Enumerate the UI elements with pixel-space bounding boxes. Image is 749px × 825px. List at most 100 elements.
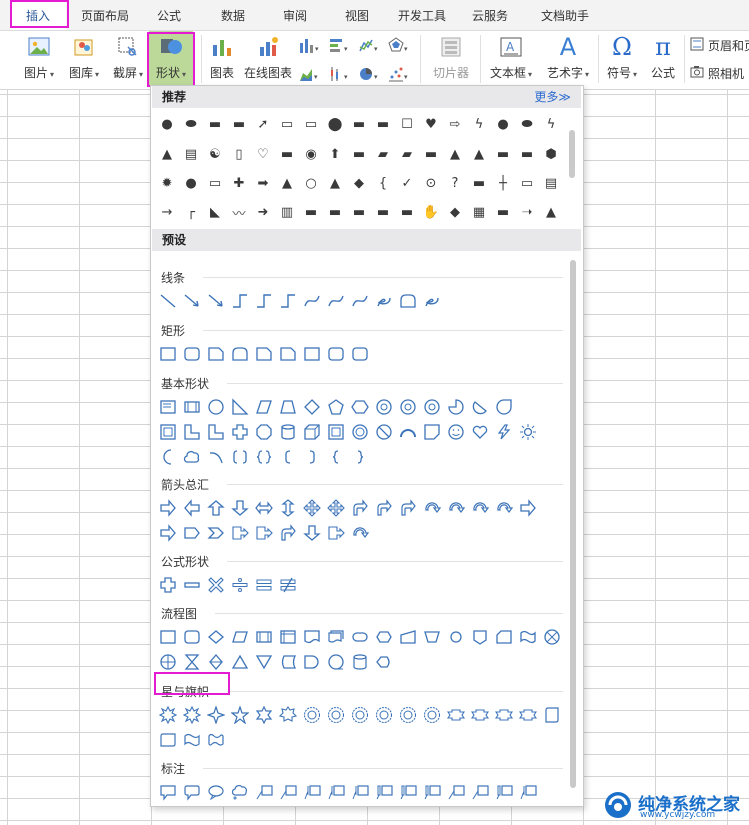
- shape-scrollV-icon[interactable]: [543, 706, 561, 724]
- symbol-button[interactable]: Ω 符号 ▾: [602, 31, 642, 87]
- shape-fTerm-icon[interactable]: [351, 628, 369, 646]
- shape-ribbon-icon[interactable]: [470, 706, 490, 724]
- shape-rect-icon[interactable]: [159, 628, 177, 646]
- shape-arCirc-icon[interactable]: [423, 499, 442, 517]
- shape-curve-icon[interactable]: [327, 292, 345, 310]
- shape-callBar-icon[interactable]: [351, 783, 369, 801]
- shape-arBent-icon[interactable]: [351, 499, 369, 517]
- recommended-shape-icon[interactable]: ϟ: [543, 116, 559, 132]
- shape-rbrace-icon[interactable]: [351, 448, 369, 466]
- recommended-shape-icon[interactable]: ▲: [447, 146, 463, 162]
- shape-curve-icon[interactable]: [303, 292, 321, 310]
- recommended-shape-icon[interactable]: ◣: [207, 204, 223, 220]
- shape-star5-icon[interactable]: [230, 705, 250, 725]
- recommended-shape-icon[interactable]: ✹: [159, 175, 175, 191]
- shape-frame-icon[interactable]: [327, 423, 345, 441]
- shape-fCard-icon[interactable]: [495, 628, 513, 646]
- shape-starN-icon[interactable]: [327, 706, 345, 724]
- shape-fManOp-icon[interactable]: [423, 628, 441, 646]
- shape-fOffpage-icon[interactable]: [471, 628, 489, 646]
- recommended-shape-icon[interactable]: ⊙: [423, 175, 439, 191]
- shape-multiply-icon[interactable]: [207, 576, 225, 594]
- recommended-shape-icon[interactable]: ▭: [279, 116, 295, 132]
- recommended-shape-icon[interactable]: ▬: [399, 204, 415, 220]
- recommended-shape-icon[interactable]: ◆: [447, 204, 463, 220]
- online-chart-button[interactable]: 在线图表: [242, 31, 294, 87]
- shape-arBent-icon[interactable]: [399, 499, 417, 517]
- recommended-shape-icon[interactable]: ●: [495, 116, 511, 132]
- shape-arcline-icon[interactable]: [207, 448, 225, 466]
- shape-cube-icon[interactable]: [303, 423, 321, 441]
- shape-arLR-icon[interactable]: [255, 499, 273, 517]
- shape-fMulti-icon[interactable]: [327, 628, 345, 646]
- shape-curve-icon[interactable]: [351, 292, 369, 310]
- shape-snip-icon[interactable]: [255, 345, 273, 363]
- shape-num-icon[interactable]: [375, 398, 393, 416]
- shape-penta-icon[interactable]: [327, 398, 345, 416]
- shape-rect-icon[interactable]: [303, 345, 321, 363]
- recommended-shape-icon[interactable]: ☐: [399, 116, 415, 132]
- shape-rect-icon[interactable]: [159, 345, 177, 363]
- radar-chart-icon[interactable]: ▾: [388, 37, 410, 55]
- shape-circle-icon[interactable]: [207, 398, 225, 416]
- shape-arD-icon[interactable]: [231, 499, 249, 517]
- shape-donut-icon[interactable]: [351, 423, 369, 441]
- shape-bolt-icon[interactable]: [495, 423, 513, 441]
- recommended-shape-icon[interactable]: ⬆: [327, 146, 343, 162]
- recommend-scrollbar[interactable]: [569, 130, 575, 178]
- shape-fTape-icon[interactable]: [519, 628, 537, 646]
- recommended-shape-icon[interactable]: ▲: [159, 146, 175, 162]
- column-chart-icon[interactable]: ▾: [298, 37, 320, 55]
- shape-moon-icon[interactable]: [159, 448, 177, 466]
- shape-arCirc-icon[interactable]: [495, 499, 514, 517]
- recommended-shape-icon[interactable]: ▬: [303, 204, 319, 220]
- shape-divide-icon[interactable]: [231, 576, 249, 594]
- recommended-shape-icon[interactable]: ▰: [375, 146, 391, 162]
- shape-ar4-icon[interactable]: [303, 499, 321, 517]
- shape-sun-icon[interactable]: [519, 423, 537, 441]
- shape-num-icon[interactable]: [423, 398, 441, 416]
- shape-arCirc-icon[interactable]: [351, 524, 370, 542]
- shape-fDelay-icon[interactable]: [303, 653, 321, 671]
- shape-rrect-icon[interactable]: [183, 345, 201, 363]
- shape-dwave-icon[interactable]: [207, 731, 225, 749]
- shape-fDisk-icon[interactable]: [351, 653, 369, 671]
- shape-arBent-icon[interactable]: [375, 499, 393, 517]
- recommended-shape-icon[interactable]: ▥: [279, 204, 295, 220]
- tab-page-layout[interactable]: 页面布局: [72, 0, 138, 30]
- shape-ribbon-icon[interactable]: [446, 706, 466, 724]
- shape-rrect-icon[interactable]: [327, 345, 345, 363]
- recommended-shape-icon[interactable]: ?: [447, 175, 463, 191]
- shape-elbow-icon[interactable]: [255, 292, 273, 310]
- recommended-shape-icon[interactable]: ➝: [519, 204, 535, 220]
- recommended-shape-icon[interactable]: ▬: [351, 146, 367, 162]
- shape-fExtract-icon[interactable]: [231, 653, 249, 671]
- shape-braces-icon[interactable]: [255, 448, 273, 466]
- formula-button[interactable]: π 公式: [644, 31, 682, 87]
- shape-wave-icon[interactable]: [183, 731, 201, 749]
- recommended-shape-icon[interactable]: ┌: [183, 204, 199, 220]
- shape-fManual-icon[interactable]: [399, 628, 417, 646]
- shape-burst-icon[interactable]: [182, 705, 202, 725]
- shape-elbow-icon[interactable]: [231, 292, 249, 310]
- shape-arCirc-icon[interactable]: [471, 499, 490, 517]
- recommended-shape-icon[interactable]: ●: [159, 116, 175, 132]
- recommended-shape-icon[interactable]: ⬢: [543, 146, 559, 162]
- shape-fSort-icon[interactable]: [207, 653, 225, 671]
- recommended-shape-icon[interactable]: →: [159, 204, 175, 220]
- shape-callOval-icon[interactable]: [207, 783, 225, 801]
- shape-lshape-icon[interactable]: [183, 423, 201, 441]
- area-chart-icon[interactable]: ▾: [298, 65, 320, 83]
- tab-view[interactable]: 视图: [332, 0, 382, 30]
- shape-lshape-icon[interactable]: [207, 423, 225, 441]
- camera-button[interactable]: 照相机: [690, 63, 749, 83]
- shape-callBox-icon[interactable]: [375, 783, 393, 801]
- shape-lbrace-icon[interactable]: [327, 448, 345, 466]
- shape-frame-icon[interactable]: [159, 423, 177, 441]
- shape-fPrep-icon[interactable]: [375, 628, 393, 646]
- shape-scribble-icon[interactable]: [375, 292, 393, 310]
- shape-fConn-icon[interactable]: [447, 628, 465, 646]
- recommended-shape-icon[interactable]: ▲: [279, 175, 295, 191]
- shape-callBar-icon[interactable]: [303, 783, 321, 801]
- shape-diamond-icon[interactable]: [303, 398, 321, 416]
